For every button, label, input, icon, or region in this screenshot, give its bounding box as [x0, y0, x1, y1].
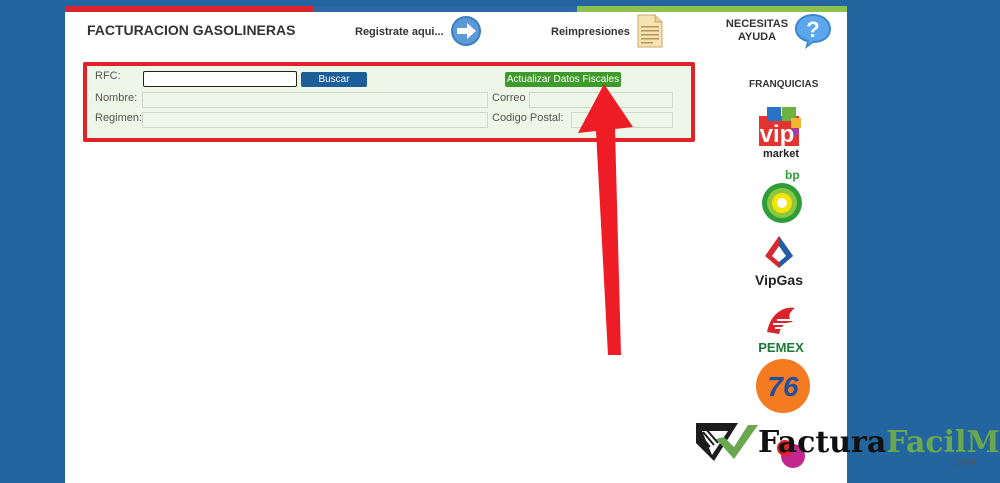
search-button[interactable]: Buscar	[301, 72, 367, 87]
register-link[interactable]: Registrate aqui...	[355, 26, 444, 38]
watermark-text: FacturaFacilMX	[758, 425, 1000, 460]
vipgas-logo[interactable]: VipGas	[751, 234, 807, 294]
watermark: FacturaFacilMX .COM	[694, 421, 1000, 467]
regime-label: Regimen:	[95, 112, 143, 124]
email-field[interactable]	[529, 92, 673, 108]
bp-sunflower-icon	[762, 183, 802, 223]
page-title: FACTURACION GASOLINERAS	[87, 22, 296, 38]
help-line-1: NECESITAS	[725, 18, 789, 30]
postal-code-label: Codigo Postal:	[492, 112, 564, 124]
main-page: FACTURACION GASOLINERAS Registrate aqui.…	[65, 6, 847, 483]
name-field[interactable]	[142, 92, 488, 108]
vip-market-mark-icon: vip	[759, 107, 801, 148]
watermark-text-1: Factura	[758, 425, 887, 460]
arrow-right-icon[interactable]	[450, 15, 482, 47]
document-icon[interactable]	[637, 14, 663, 48]
search-form-panel: RFC: Buscar Actualizar Datos Fiscales No…	[83, 62, 695, 142]
update-fiscal-data-button[interactable]: Actualizar Datos Fiscales	[505, 72, 621, 87]
stripe-blue	[313, 6, 577, 12]
pemex-eagle-icon	[767, 307, 795, 334]
seventysix-ball-icon: 76	[756, 359, 810, 413]
regime-field[interactable]	[142, 112, 488, 128]
color-stripe	[65, 6, 847, 12]
watermark-text-2: Facil	[886, 425, 967, 460]
seventysix-mark: 76	[767, 371, 799, 402]
help-question-icon[interactable]: ?	[793, 12, 833, 50]
vip-market-caption: market	[762, 148, 800, 160]
help-link[interactable]: NECESITAS AYUDA	[723, 18, 791, 44]
pemex-caption: PEMEX	[758, 340, 804, 355]
vipgas-drop-icon	[765, 236, 793, 268]
stripe-red	[65, 6, 313, 12]
franchises-heading: FRANQUICIAS	[749, 79, 819, 90]
watermark-text-3: MX	[966, 425, 1000, 460]
vipgas-caption: VipGas	[755, 272, 803, 288]
pemex-logo[interactable]: PEMEX	[751, 302, 811, 358]
seventysix-logo[interactable]: 76	[755, 358, 811, 414]
vip-market-logo[interactable]: vip market	[753, 104, 809, 162]
watermark-logo-icon	[696, 423, 758, 461]
reprint-link[interactable]: Reimpresiones	[551, 26, 630, 38]
postal-code-field[interactable]	[571, 112, 673, 128]
bp-caption: bp	[785, 168, 800, 182]
help-line-2: AYUDA	[737, 31, 777, 43]
svg-text:?: ?	[806, 17, 819, 42]
name-label: Nombre:	[95, 92, 138, 104]
bp-logo[interactable]: bp	[757, 168, 807, 224]
rfc-label: RFC:	[95, 70, 121, 82]
rfc-input[interactable]	[143, 71, 297, 87]
vip-market-mark: vip	[760, 121, 795, 148]
watermark-suffix: .COM	[952, 457, 976, 467]
email-label: Correo	[492, 92, 526, 104]
